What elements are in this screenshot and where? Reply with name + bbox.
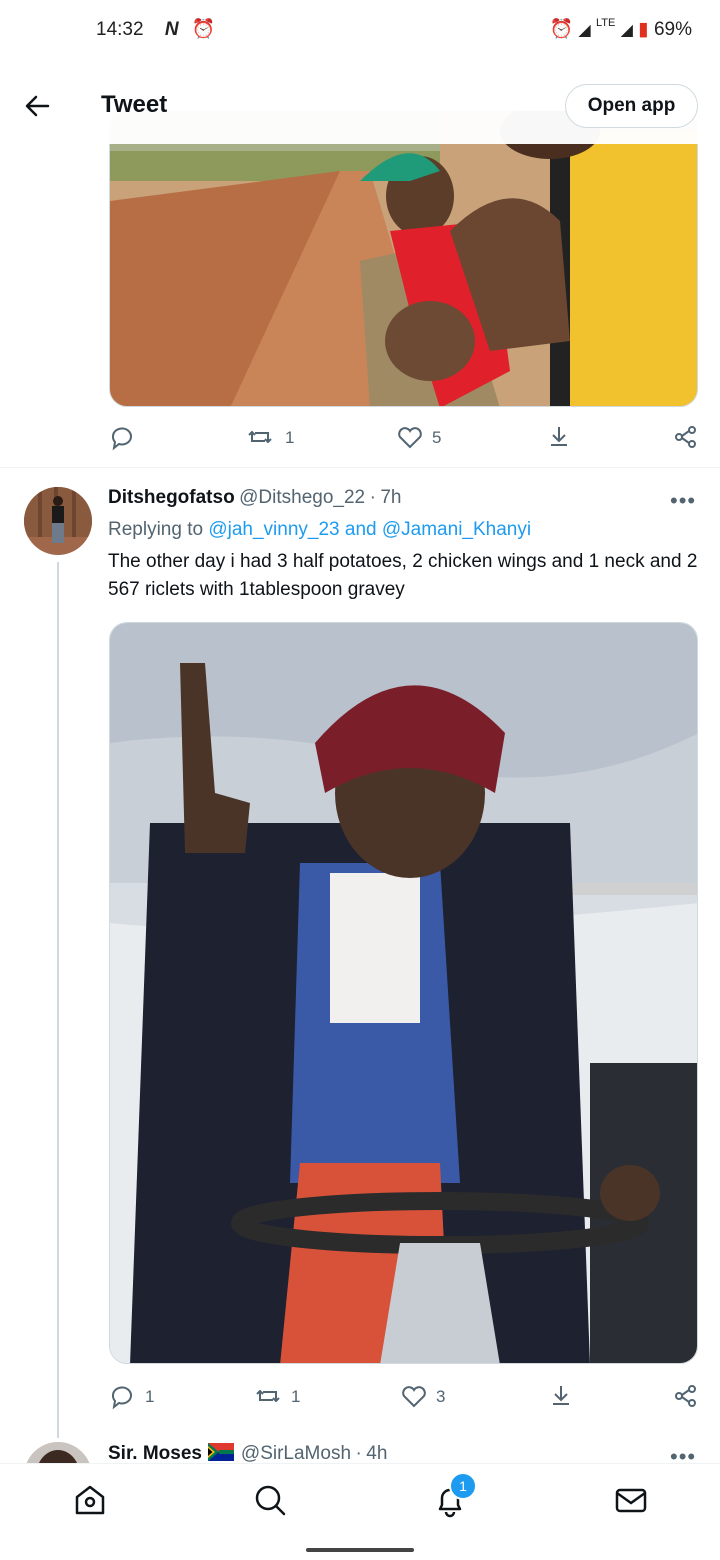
network-label: LTE <box>595 17 616 29</box>
retweet-count: 1 <box>291 1387 301 1406</box>
more-share-icon[interactable] <box>672 423 700 451</box>
alarm-status-icon: ⏰ <box>549 19 574 40</box>
page-title: Tweet <box>101 91 168 118</box>
reply-icon[interactable] <box>108 1382 136 1410</box>
thread-line <box>57 562 59 1438</box>
separator-dot: · <box>355 1443 362 1464</box>
avatar[interactable] <box>24 487 92 555</box>
author-name[interactable]: Ditshegofatso <box>108 487 235 508</box>
like-count: 5 <box>432 428 442 447</box>
reply-tweet-image[interactable] <box>109 622 698 1364</box>
gesture-bar[interactable] <box>306 1548 414 1552</box>
reply-header: Ditshegofatso @Ditshego_22 · 7h <box>108 487 402 509</box>
notifications-badge: 1 <box>449 1472 477 1500</box>
search-icon[interactable] <box>252 1482 288 1518</box>
share-icon[interactable] <box>547 1382 575 1410</box>
more-options-icon[interactable]: ••• <box>670 488 696 514</box>
n-app-icon: N <box>164 19 179 40</box>
replying-to: Replying to @jah_vinny_23 and @Jamani_Kh… <box>108 519 532 540</box>
battery-percent: 69% <box>653 19 692 40</box>
mention-link-1[interactable]: @jah_vinny_23 <box>208 519 339 540</box>
reply-icon[interactable] <box>108 423 136 451</box>
signal-icon-2: ◢ <box>620 22 633 39</box>
messages-icon[interactable] <box>613 1482 649 1518</box>
status-bar-right: ⏰ ◢ LTE ◢ ▮ 69% <box>549 17 692 41</box>
tweet-text: The other day i had 3 half potatoes, 2 c… <box>108 551 698 600</box>
open-app-button[interactable]: Open app <box>565 84 698 128</box>
like-icon[interactable] <box>396 423 424 451</box>
author-handle[interactable]: @SirLaMosh <box>241 1443 351 1464</box>
like-icon[interactable] <box>400 1382 428 1410</box>
author-handle[interactable]: @Ditshego_22 <box>239 487 365 508</box>
signal-icon: ◢ <box>578 22 591 39</box>
retweet-count: 1 <box>285 428 295 447</box>
alarm-icon: ⏰ <box>191 19 216 40</box>
prev-tweet-image[interactable] <box>109 110 698 407</box>
battery-icon: ▮ <box>638 19 649 40</box>
mention-link-2[interactable]: @Jamani_Khanyi <box>382 519 531 540</box>
retweet-icon[interactable] <box>246 423 274 451</box>
tweet-divider <box>0 467 720 468</box>
back-arrow-icon[interactable] <box>22 88 54 124</box>
tweet-time: 7h <box>380 487 402 508</box>
separator-dot: · <box>369 487 376 508</box>
more-share-icon[interactable] <box>672 1382 700 1410</box>
status-bar-time: 14:32 N ⏰ <box>96 19 216 40</box>
home-icon[interactable] <box>72 1482 108 1518</box>
bottom-nav <box>0 1463 720 1536</box>
author-name[interactable]: Sir. Moses <box>108 1443 202 1464</box>
share-icon[interactable] <box>545 423 573 451</box>
tweet-time: 4h <box>366 1443 388 1464</box>
retweet-icon[interactable] <box>254 1382 282 1410</box>
reply-count: 1 <box>145 1387 155 1406</box>
like-count: 3 <box>436 1387 446 1406</box>
